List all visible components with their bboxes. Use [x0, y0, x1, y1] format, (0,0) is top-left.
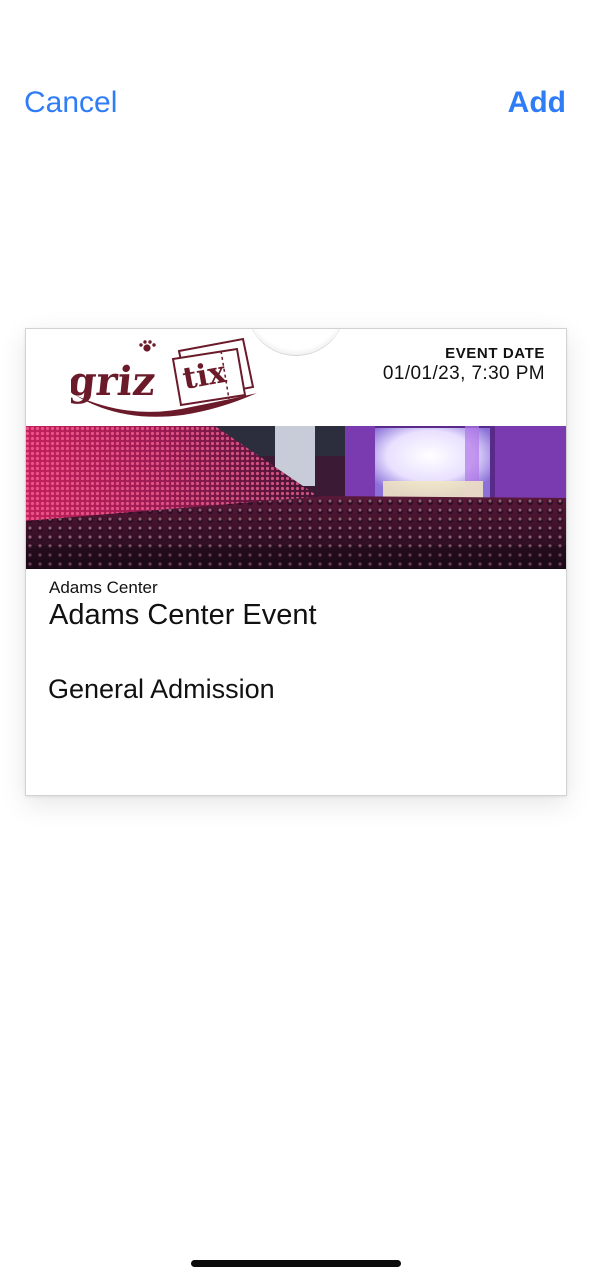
event-name: Adams Center Event [49, 599, 317, 631]
event-date-label: EVENT DATE [445, 345, 545, 362]
logo-griz-text: griz [71, 358, 158, 405]
admission-type: General Admission [48, 674, 275, 704]
event-ticket-pass: griz tix EVENT DATE 01/01/23, 7:30 PM Ad… [25, 328, 567, 796]
add-pass-screen: Cancel Add griz tix EVENT DATE 01/01/23,… [0, 0, 591, 1280]
concert-crowd-strip-image [26, 426, 566, 569]
paw-icon [139, 340, 156, 352]
home-indicator[interactable] [191, 1260, 401, 1267]
event-date-value: 01/01/23, 7:30 PM [382, 363, 545, 384]
griztix-logo: griz tix [71, 337, 257, 417]
cancel-button[interactable]: Cancel [24, 84, 117, 122]
venue-name: Adams Center [49, 578, 158, 597]
pass-notch [246, 329, 346, 356]
add-button[interactable]: Add [508, 84, 566, 122]
